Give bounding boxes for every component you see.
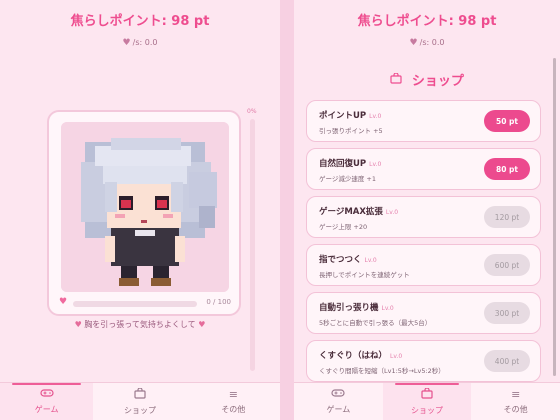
item-name: 自然回復UP [319, 159, 367, 169]
nav-shop-label: ショップ [411, 405, 443, 415]
item-desc: くすぐり間隔を短縮（Lv1:5秒→Lv5:2秒） [319, 367, 445, 375]
nav-other-label: その他 [503, 404, 528, 414]
shop-item: ポイントUP Lv.0 引っ張りポイント +5 50 pt [306, 100, 541, 142]
heart-icon: ♥ [198, 320, 206, 329]
buy-button[interactable]: 80 pt [484, 158, 530, 180]
item-level: Lv.0 [390, 353, 403, 360]
buy-button[interactable]: 600 pt [484, 254, 530, 276]
shop-screen: 焦らしポイント: 98 pt ♥/s: 0.0 ショップ ポイントUP Lv.0 … [294, 0, 560, 420]
character-sprite[interactable] [61, 122, 229, 292]
bottom-nav: ゲーム ショップ ≡ その他 [294, 382, 560, 420]
shop-item: 自動引っ張り機 Lv.0 5秒ごとに自動で引っ張る（最大5台） 300 pt [306, 292, 541, 334]
points-title: 焦らしポイント: 98 pt [357, 14, 497, 29]
gamepad-icon [40, 388, 54, 401]
heart-icon: ♥ [59, 297, 68, 307]
split-divider [280, 0, 294, 420]
bag-icon [134, 386, 146, 402]
shop-item: ゲージMAX拡張 Lv.0 ゲージ上限 +20 120 pt [306, 196, 541, 238]
bag-icon [390, 72, 406, 87]
item-level: Lv.0 [381, 305, 394, 312]
item-level: Lv.0 [385, 209, 399, 216]
shop-scrollbar[interactable] [553, 58, 556, 376]
gauge-value: 0 / 100 [206, 298, 231, 306]
nav-other[interactable]: ≡ その他 [187, 383, 280, 420]
rate-text: /s: 0.0 [132, 38, 158, 47]
item-desc: 長押しでポイントを連続ゲット [319, 271, 410, 279]
shop-list: ポイントUP Lv.0 引っ張りポイント +5 50 pt 自然回復UP Lv.0 … [306, 100, 541, 388]
character-pixel-art [61, 122, 229, 292]
pleasure-gauge: ♥ 0 / 100 [57, 297, 233, 310]
gamepad-icon [331, 388, 345, 401]
heart-icon: ♥ [74, 320, 82, 329]
instruction-label: 胸を引っ張って気持ちよくして [84, 320, 196, 329]
nav-game-label: ゲーム [34, 405, 59, 414]
item-name: ポイントUP [319, 111, 367, 121]
buy-button[interactable]: 300 pt [484, 302, 530, 324]
rate-text: /s: 0.0 [419, 38, 445, 47]
bag-icon [421, 386, 433, 402]
item-name: ゲージMAX拡張 [319, 207, 383, 217]
scrollbar-thumb[interactable] [553, 58, 556, 376]
item-name: 指でつつく [319, 255, 362, 265]
nav-game[interactable]: ゲーム [0, 383, 94, 420]
instruction-text: ♥ 胸を引っ張って気持ちよくして ♥ [0, 319, 280, 330]
shop-item: くすぐり（はね） Lv.0 くすぐり間隔を短縮（Lv1:5秒→Lv5:2秒） 40… [306, 340, 541, 382]
item-level: Lv.0 [369, 113, 382, 120]
bottom-nav: ゲーム ショップ ≡ その他 [0, 382, 280, 420]
shop-item: 自然回復UP Lv.0 ゲージ減少速度 +1 80 pt [306, 148, 541, 190]
heart-icon: ♥ [122, 38, 131, 48]
item-name: くすぐり（はね） [319, 351, 388, 361]
menu-icon: ≡ [228, 387, 238, 401]
points-rate: ♥/s: 0.0 [294, 38, 560, 48]
item-desc: ゲージ上限 +20 [319, 223, 368, 231]
nav-shop[interactable]: ショップ [93, 383, 186, 420]
item-desc: ゲージ減少速度 +1 [319, 175, 377, 183]
nav-game[interactable]: ゲーム [294, 383, 383, 420]
points-rate: ♥/s: 0.0 [0, 38, 280, 48]
buy-button[interactable]: 50 pt [484, 110, 530, 132]
nav-other[interactable]: ≡ その他 [471, 383, 560, 420]
nav-shop-label: ショップ [123, 405, 156, 415]
item-name: 自動引っ張り機 [319, 303, 379, 313]
item-desc: 引っ張りポイント +5 [319, 127, 383, 135]
nav-other-label: その他 [221, 404, 246, 414]
nav-game-label: ゲーム [326, 405, 351, 414]
item-desc: 5秒ごとに自動で引っ張る（最大5台） [319, 319, 432, 327]
vertical-gauge-label: 0% [247, 108, 257, 115]
vertical-gauge [250, 119, 255, 371]
gauge-track [73, 301, 197, 307]
buy-button[interactable]: 120 pt [484, 206, 530, 228]
game-screen: 焦らしポイント: 98 pt ♥/s: 0.0 0% ♥ 0 / 100 ♥ 胸… [0, 0, 280, 420]
menu-icon: ≡ [511, 387, 521, 401]
item-level: Lv.0 [369, 161, 382, 168]
heart-icon: ♥ [409, 38, 418, 48]
shop-title: ショップ [294, 70, 560, 89]
points-title: 焦らしポイント: 98 pt [70, 14, 210, 29]
item-level: Lv.0 [364, 257, 377, 264]
shop-title-label: ショップ [411, 74, 464, 89]
nav-shop[interactable]: ショップ [382, 383, 472, 420]
shop-item: 指でつつく Lv.0 長押しでポイントを連続ゲット 600 pt [306, 244, 541, 286]
buy-button[interactable]: 400 pt [484, 350, 530, 372]
character-card: ♥ 0 / 100 [47, 110, 241, 316]
